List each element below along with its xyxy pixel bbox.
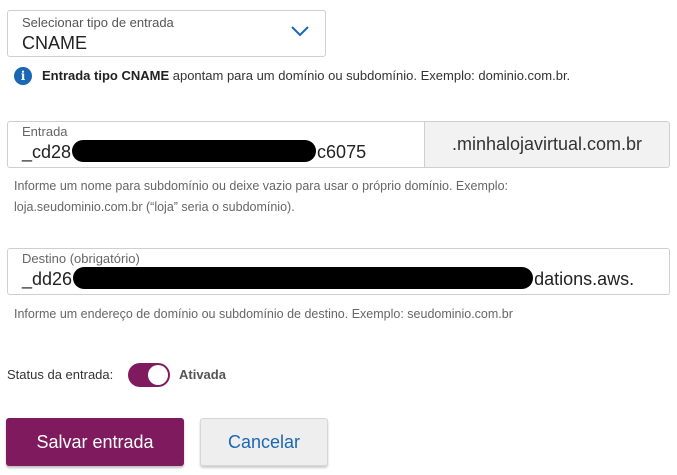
entry-type-label: Selecionar tipo de entrada (22, 15, 174, 30)
entry-help-line2: loja.seudominio.com.br (“loja” seria o s… (14, 200, 295, 214)
destination-label: Destino (obrigatório) (22, 251, 140, 266)
status-toggle[interactable] (128, 363, 170, 387)
entry-value-prefix: _cd28 (22, 142, 72, 162)
status-state: Ativada (179, 367, 226, 382)
entry-label: Entrada (22, 124, 68, 139)
entry-value: _cd28 c6075 (22, 140, 367, 164)
info-message: Entrada tipo CNAME apontam para um domín… (42, 68, 570, 83)
info-icon: i (14, 67, 32, 85)
entry-type-value: CNAME (22, 33, 88, 53)
redaction-bar (72, 140, 317, 163)
destination-input[interactable]: Destino (obrigatório) _dd26 dations.aws. (7, 248, 670, 295)
destination-value: _dd26 dations.aws. (22, 267, 635, 291)
entry-type-select[interactable]: Selecionar tipo de entrada CNAME (7, 10, 326, 57)
save-entry-button[interactable]: Salvar entrada (6, 418, 184, 466)
cancel-button[interactable]: Cancelar (200, 418, 328, 466)
status-label: Status da entrada: (7, 367, 114, 382)
chevron-down-icon[interactable] (289, 23, 311, 39)
destination-help-text: Informe um endereço de domínio ou subdom… (14, 307, 513, 321)
info-message-text: apontam para um domínio ou subdomínio. E… (169, 68, 571, 83)
info-message-bold: Entrada tipo CNAME (42, 68, 170, 83)
entry-help-text: Informe um nome para subdomínio ou deixe… (14, 176, 614, 218)
destination-value-suffix: dations.aws. (534, 269, 635, 289)
entry-value-suffix: c6075 (317, 142, 367, 162)
destination-value-prefix: _dd26 (22, 269, 73, 289)
entry-help-line1: Informe um nome para subdomínio ou deixe… (14, 179, 509, 193)
domain-suffix-addon: .minhalojavirtual.com.br (424, 121, 670, 168)
toggle-knob (148, 365, 168, 385)
entry-input[interactable]: Entrada _cd28 c6075 (7, 121, 424, 168)
redaction-bar (73, 267, 534, 290)
